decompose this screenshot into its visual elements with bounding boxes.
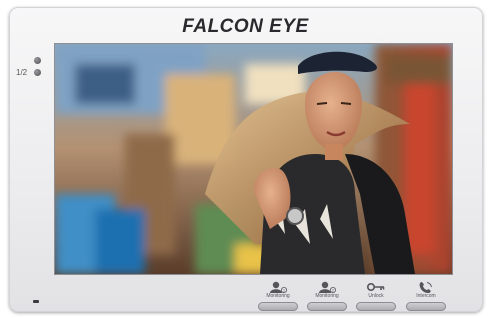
indicator-channel-label: 1/2 [16,68,28,77]
intercom-button[interactable]: Intercom [406,281,446,314]
unlock-button[interactable]: Unlock [356,281,396,314]
monitoring-2-button[interactable]: 2 Monitoring [307,281,347,314]
unlock-label: Unlock [368,293,384,299]
intercom-key[interactable] [406,302,446,311]
video-screen[interactable] [55,44,452,274]
microphone-hole [33,300,39,303]
monitoring-2-label: Monitoring [315,293,339,299]
monitoring-1-button[interactable]: 1 Monitoring [258,281,298,314]
monitoring-2-key[interactable] [307,302,347,311]
monitoring-1-label: Monitoring [266,293,290,299]
intercom-label: Intercom [416,293,436,299]
channel-led-icon [34,69,41,76]
video-feed-image [55,44,452,274]
unlock-key[interactable] [356,302,396,311]
power-led-icon [34,57,41,64]
brand-logo: FALCON EYE [182,16,309,37]
monitoring-1-key[interactable] [258,302,298,311]
